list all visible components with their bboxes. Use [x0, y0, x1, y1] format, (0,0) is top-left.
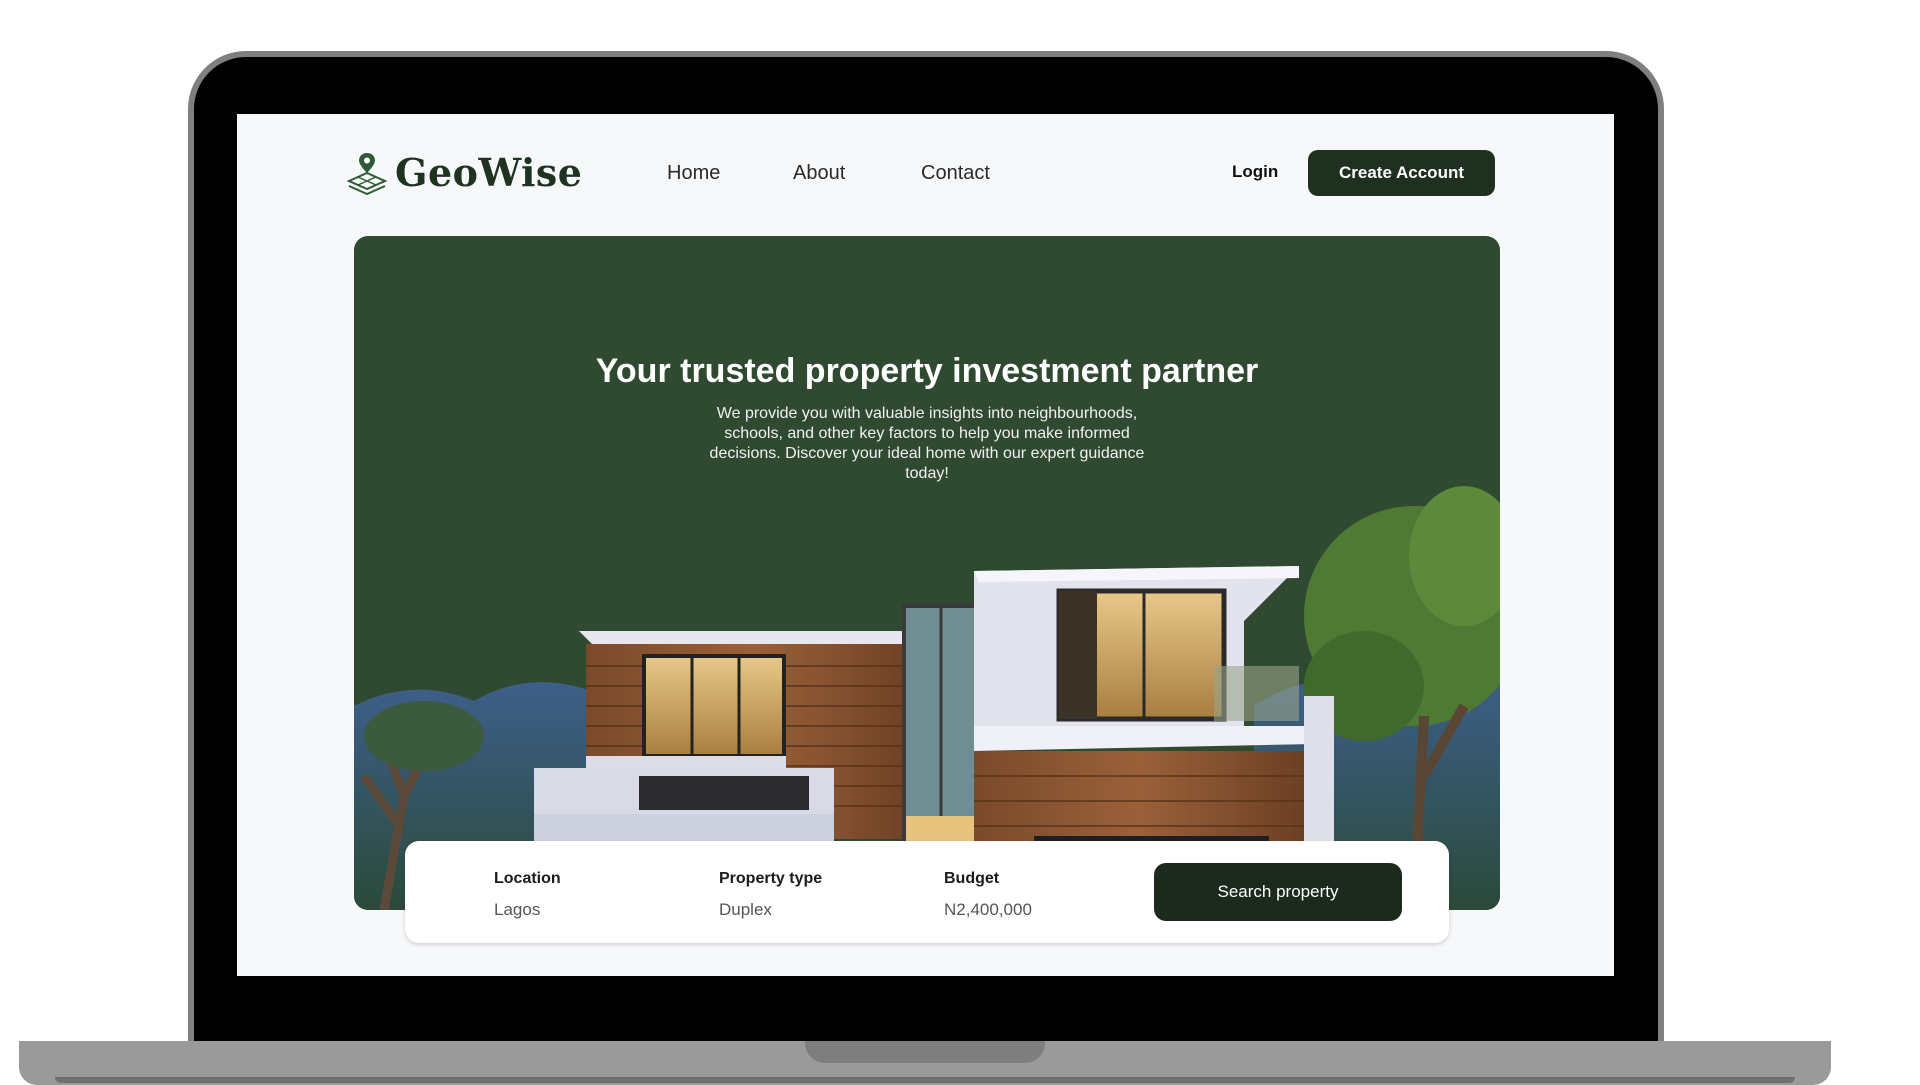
- search-card: Location Lagos Property type Duplex Budg…: [405, 841, 1449, 943]
- login-link[interactable]: Login: [1232, 162, 1278, 182]
- nav-link-home[interactable]: Home: [667, 162, 720, 185]
- laptop-notch: [805, 1041, 1045, 1063]
- nav-link-contact[interactable]: Contact: [921, 162, 990, 185]
- budget-label: Budget: [944, 870, 1000, 887]
- property-type-value[interactable]: Duplex: [719, 900, 772, 920]
- laptop-base-shadow: [55, 1077, 1795, 1083]
- hero-title: Your trusted property investment partner: [595, 352, 1259, 390]
- location-label: Location: [494, 870, 561, 887]
- search-property-button[interactable]: Search property: [1154, 863, 1402, 921]
- location-value[interactable]: Lagos: [494, 900, 540, 920]
- brand-name: GeoWise: [395, 150, 583, 195]
- screen: GeoWise Home About Contact Login Create …: [237, 114, 1614, 976]
- hero-description: We provide you with valuable insights in…: [709, 405, 1145, 482]
- hero-banner: Your trusted property investment partner…: [354, 236, 1500, 910]
- property-type-label: Property type: [719, 870, 823, 887]
- logo[interactable]: GeoWise: [347, 150, 583, 195]
- house-hero-image: [354, 486, 1500, 910]
- map-pin-grid-icon: [347, 152, 387, 195]
- nav-link-about[interactable]: About: [793, 162, 845, 185]
- budget-value[interactable]: N2,400,000: [944, 900, 1032, 920]
- create-account-button[interactable]: Create Account: [1308, 150, 1495, 196]
